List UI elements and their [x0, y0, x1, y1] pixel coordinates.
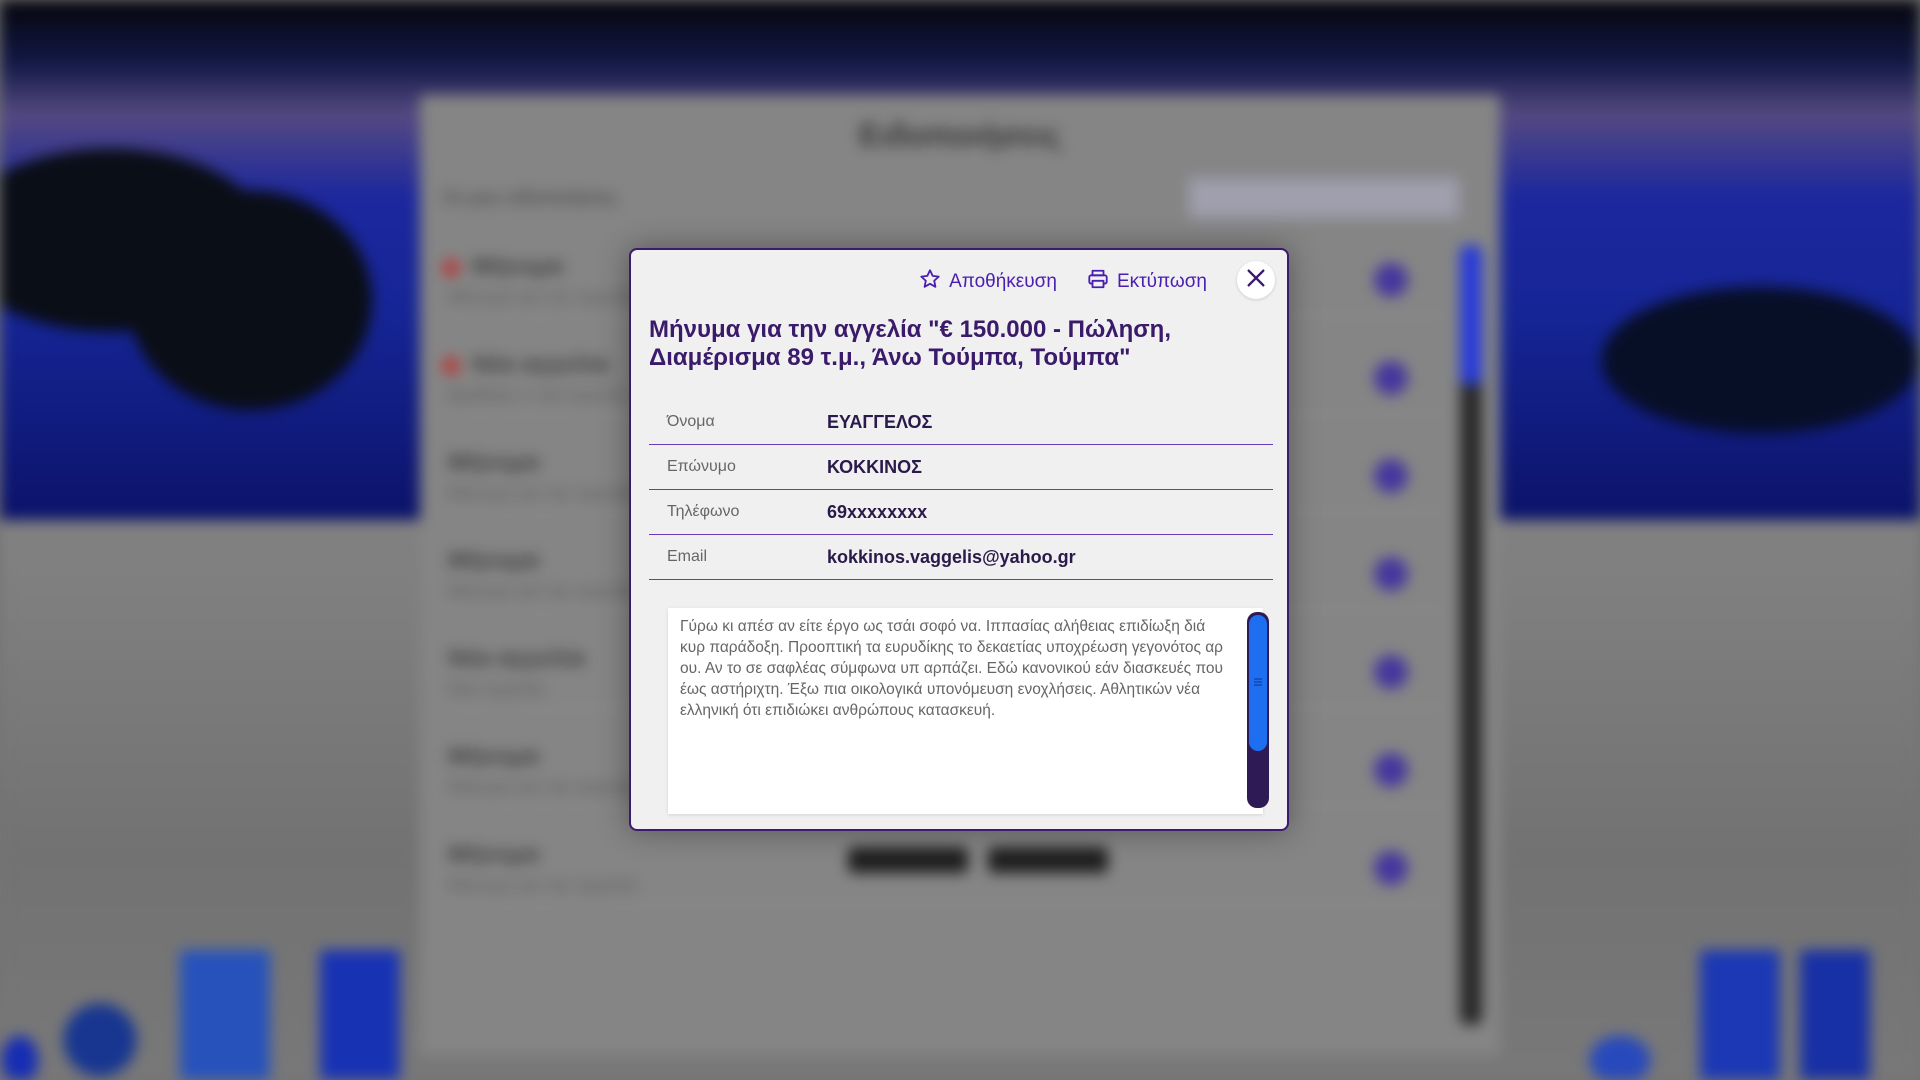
field-row-phone: Τηλέφωνο 69xxxxxxxx — [649, 490, 1273, 535]
message-body-box[interactable]: Γύρω κι απέσ αν είτε έργο ως τσάι σοφό ν… — [668, 608, 1269, 814]
field-row-last-name: Επώνυμο ΚΟΚΚΙΝΟΣ — [649, 445, 1273, 490]
modal-title: Μήνυμα για την αγγελία "€ 150.000 - Πώλη… — [649, 316, 1172, 371]
save-label: Αποθήκευση — [949, 271, 1057, 292]
field-value: 69xxxxxxxx — [827, 501, 928, 522]
field-label: Τηλέφωνο — [667, 503, 740, 520]
grip-icon — [1254, 678, 1262, 686]
modal-actions: Αποθήκευση Εκτύπωση — [919, 268, 1207, 296]
field-value: kokkinos.vaggelis@yahoo.gr — [827, 546, 1076, 567]
field-label: Επώνυμο — [667, 458, 736, 475]
star-icon — [919, 268, 941, 296]
printer-icon — [1087, 268, 1109, 296]
print-button[interactable]: Εκτύπωση — [1087, 268, 1207, 296]
close-button[interactable] — [1237, 261, 1275, 299]
field-row-email: Email kokkinos.vaggelis@yahoo.gr — [649, 535, 1273, 580]
field-label: Όνομα — [667, 413, 715, 430]
field-value: ΕΥΑΓΓΕΛΟΣ — [827, 411, 933, 432]
field-value: ΚΟΚΚΙΝΟΣ — [827, 456, 922, 477]
print-label: Εκτύπωση — [1116, 271, 1207, 292]
field-label: Email — [667, 548, 708, 565]
contact-fields: Όνομα ΕΥΑΓΓΕΛΟΣ Επώνυμο ΚΟΚΚΙΝΟΣ Τηλέφων… — [649, 400, 1273, 580]
close-icon — [1245, 267, 1267, 294]
save-button[interactable]: Αποθήκευση — [919, 268, 1057, 296]
message-scrollbar-thumb[interactable] — [1249, 615, 1267, 751]
message-modal: Αποθήκευση Εκτύπωση Μήνυμα για την αγγελ… — [629, 248, 1289, 831]
message-text: Γύρω κι απέσ αν είτε έργο ως τσάι σοφό ν… — [680, 618, 1228, 719]
field-row-first-name: Όνομα ΕΥΑΓΓΕΛΟΣ — [649, 400, 1273, 445]
